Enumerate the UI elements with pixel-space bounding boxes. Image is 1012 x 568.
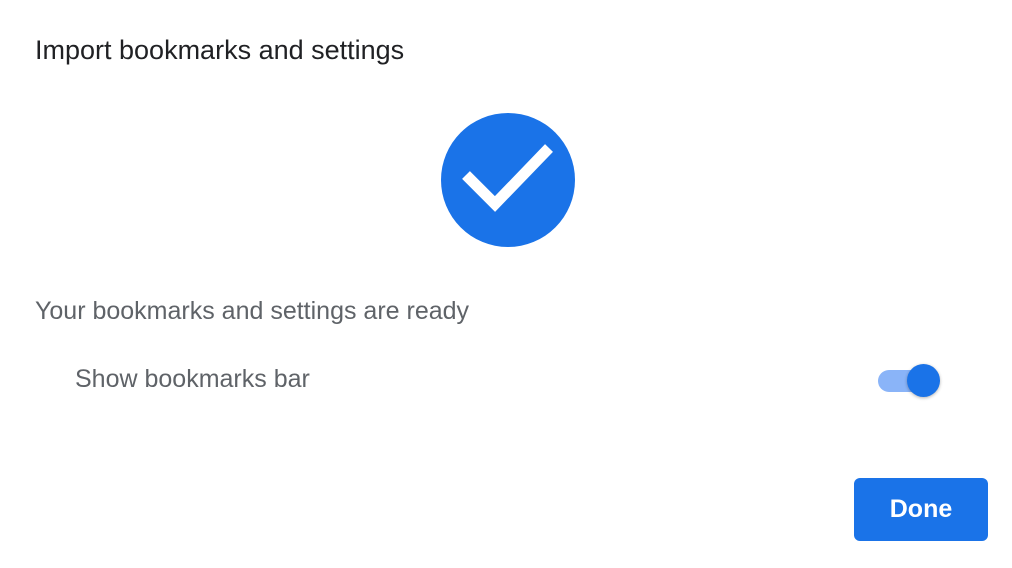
status-message: Your bookmarks and settings are ready [35,297,470,325]
show-bookmarks-bar-toggle[interactable] [877,362,943,400]
done-button[interactable]: Done [854,478,988,541]
show-bookmarks-bar-label: Show bookmarks bar [75,365,310,393]
dialog-title: Import bookmarks and settings [35,35,405,65]
toggle-knob [907,364,940,397]
show-bookmarks-bar-row: Show bookmarks bar [75,360,947,400]
checkmark-circle-icon [441,113,575,247]
import-dialog: Import bookmarks and settings Your bookm… [0,0,1012,568]
